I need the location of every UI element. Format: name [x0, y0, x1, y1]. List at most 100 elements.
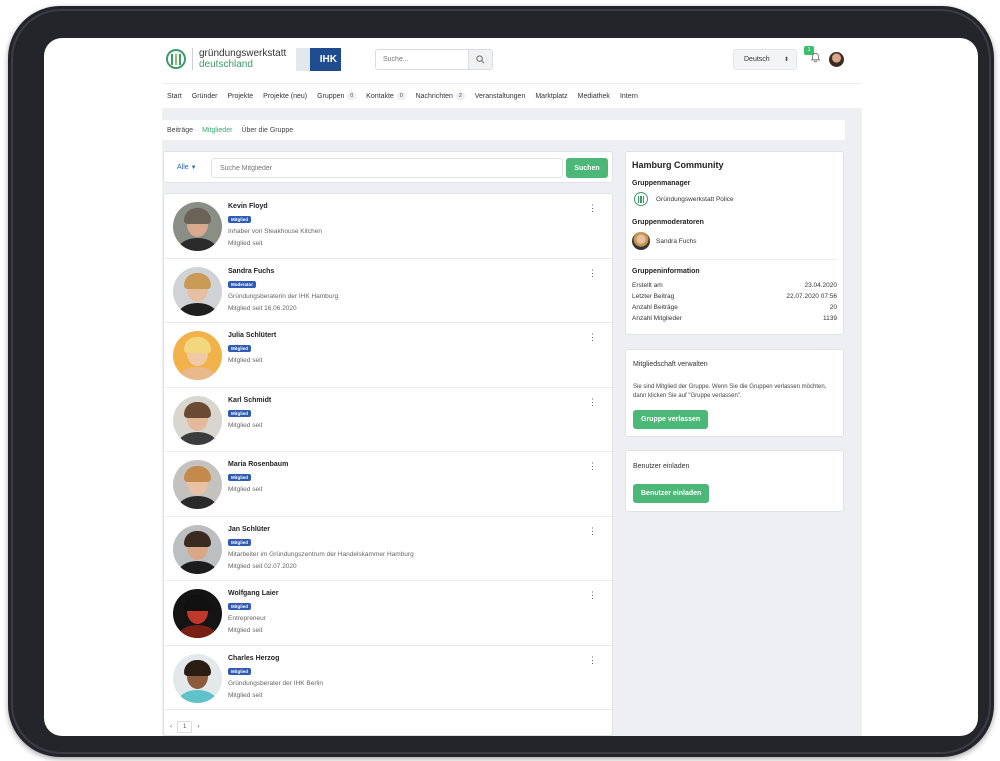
nav-item-5[interactable]: Kontakte 0 — [366, 92, 406, 100]
info-value: 22.07.2020 07:56 — [786, 293, 837, 300]
info-row: Letzter Beitrag 22.07.2020 07:56 — [632, 293, 837, 300]
membership-title: Mitgliedschaft verwalten — [633, 361, 708, 368]
nav-item-label: Nachrichten — [415, 92, 453, 100]
avatar-body — [178, 689, 217, 703]
member-filter-bar: Alle ▼ Suchen — [163, 151, 613, 183]
nav-item-label: Veranstaltungen — [474, 92, 526, 100]
member-name[interactable]: Julia Schlütert — [228, 332, 276, 339]
info-row: Erstellt am 23.04.2020 — [632, 282, 837, 289]
nav-item-8[interactable]: Marktplatz — [535, 93, 567, 100]
nav-item-3[interactable]: Projekte (neu) — [263, 93, 307, 100]
pagination-prev[interactable]: ‹ — [165, 722, 177, 732]
moderator-entry[interactable]: Sandra Fuchs — [632, 232, 696, 250]
membership-panel: Mitgliedschaft verwalten Sie sind Mitgli… — [625, 349, 844, 437]
member-name[interactable]: Charles Herzog — [228, 655, 279, 662]
search-button[interactable] — [468, 50, 492, 69]
role-badge: Mitglied — [228, 474, 251, 481]
language-select[interactable]: Deutsch ⬍ — [733, 49, 797, 70]
pagination-page-1[interactable]: 1 — [177, 721, 193, 733]
tab-2[interactable]: Über die Gruppe — [241, 122, 293, 139]
member-row[interactable]: Karl Schmidt Mitglied Mitglied seit ⋮ — [164, 388, 612, 452]
screen: gründungswerkstatt deutschland IHK Deuts… — [44, 38, 978, 736]
role-badge: Mitglied — [228, 216, 251, 223]
invite-panel: Benutzer einladen Benutzer einladen — [625, 450, 844, 512]
nav-item-9[interactable]: Mediathek — [578, 93, 610, 100]
member-avatar[interactable] — [173, 653, 222, 703]
top-header: gründungswerkstatt deutschland IHK Deuts… — [162, 38, 862, 84]
nav-item-label: Intern — [619, 92, 638, 100]
member-row[interactable]: Jan Schlüter Mitglied Mitarbeiter im Gründ… — [164, 517, 612, 581]
role-badge: Mitglied — [228, 345, 251, 352]
invite-title: Benutzer einladen — [633, 463, 690, 470]
pagination-next[interactable]: › — [192, 722, 204, 732]
filter-dropdown-label: Alle — [177, 164, 189, 171]
avatar-hair — [184, 530, 211, 547]
search-input[interactable] — [376, 50, 468, 69]
more-options-icon[interactable]: ⋮ — [588, 526, 597, 537]
more-options-icon[interactable]: ⋮ — [588, 203, 597, 214]
member-avatar[interactable] — [173, 395, 222, 445]
group-subtabs: Beiträge Mitglieder Über die Gruppe — [162, 120, 845, 140]
manager-entry[interactable]: Gründungswerkstatt Police — [634, 192, 734, 206]
filter-dropdown[interactable]: Alle ▼ — [177, 164, 197, 171]
ihk-logo[interactable]: IHK — [296, 48, 341, 71]
more-options-icon[interactable]: ⋮ — [588, 590, 597, 601]
info-value: 23.04.2020 — [804, 282, 837, 289]
member-since: Mitglied seit — [228, 240, 263, 247]
member-avatar[interactable] — [173, 266, 222, 316]
member-name[interactable]: Kevin Floyd — [228, 203, 268, 210]
more-options-icon[interactable]: ⋮ — [588, 268, 597, 279]
invite-user-button[interactable]: Benutzer einladen — [633, 484, 710, 503]
member-row[interactable]: Wolfgang Laier Mitglied Entrepreneur Mitgli… — [164, 581, 612, 646]
page-content: gründungswerkstatt deutschland IHK Deuts… — [162, 38, 862, 736]
info-table: Erstellt am 23.04.2020 Letzter Beitrag 22.0… — [632, 282, 837, 326]
info-label: Anzahl Mitglieder — [632, 315, 682, 322]
member-search-button[interactable]: Suchen — [566, 158, 608, 178]
leave-group-button[interactable]: Gruppe verlassen — [633, 410, 709, 429]
member-row[interactable]: Julia Schlütert Mitglied Mitglied seit ⋮ — [164, 323, 612, 388]
logo-mark-icon — [166, 49, 186, 69]
avatar-body — [178, 367, 217, 380]
search-icon — [476, 55, 485, 64]
avatar-hair — [184, 208, 211, 224]
more-options-icon[interactable]: ⋮ — [588, 397, 597, 408]
tab-1[interactable]: Mitglieder — [202, 122, 232, 139]
nav-item-7[interactable]: Veranstaltungen — [475, 93, 526, 100]
member-avatar[interactable] — [173, 589, 222, 638]
member-avatar[interactable] — [173, 524, 222, 574]
member-name[interactable]: Sandra Fuchs — [228, 268, 274, 275]
info-label: Letzter Beitrag — [632, 293, 675, 300]
member-row[interactable]: Sandra Fuchs Moderator Gründungsberaterin … — [164, 259, 612, 323]
nav-item-4[interactable]: Gruppen 0 — [317, 92, 357, 100]
member-avatar[interactable] — [173, 202, 222, 251]
nav-item-0[interactable]: Start — [167, 93, 182, 100]
member-row[interactable]: Charles Herzog Mitglied Gründungsberater d… — [164, 646, 612, 710]
more-options-icon[interactable]: ⋮ — [588, 655, 597, 666]
nav-item-label: Start — [167, 92, 182, 100]
member-row[interactable]: Maria Rosenbaum Mitglied Mitglied seit ⋮ — [164, 452, 612, 517]
avatar-hair — [184, 466, 211, 482]
nav-item-1[interactable]: Gründer — [192, 93, 218, 100]
member-search-input[interactable] — [211, 158, 563, 178]
member-name[interactable]: Wolfgang Laier — [228, 590, 278, 597]
member-name[interactable]: Maria Rosenbaum — [228, 461, 288, 468]
member-row[interactable]: Kevin Floyd Mitglied Inhaber von Steakhous… — [164, 194, 612, 259]
member-since: Mitglied seit — [228, 421, 263, 429]
more-options-icon[interactable]: ⋮ — [588, 332, 597, 343]
tablet-frame: gründungswerkstatt deutschland IHK Deuts… — [8, 6, 994, 757]
member-avatar[interactable] — [173, 460, 222, 509]
nav-item-2[interactable]: Projekte — [227, 93, 253, 100]
moderator-avatar — [632, 232, 650, 250]
more-options-icon[interactable]: ⋮ — [588, 461, 597, 472]
member-avatar[interactable] — [173, 331, 222, 380]
member-name[interactable]: Jan Schlüter — [228, 526, 270, 533]
avatar-hair — [184, 337, 211, 353]
bell-icon[interactable] — [810, 52, 821, 66]
member-name[interactable]: Karl Schmidt — [228, 397, 271, 404]
moderator-name: Sandra Fuchs — [656, 237, 697, 245]
nav-item-10[interactable]: Intern — [620, 93, 638, 100]
nav-item-6[interactable]: Nachrichten 2 — [416, 92, 465, 100]
tab-0[interactable]: Beiträge — [167, 122, 193, 139]
user-avatar[interactable] — [829, 52, 844, 67]
brand-logo[interactable]: gründungswerkstatt deutschland — [166, 48, 286, 70]
